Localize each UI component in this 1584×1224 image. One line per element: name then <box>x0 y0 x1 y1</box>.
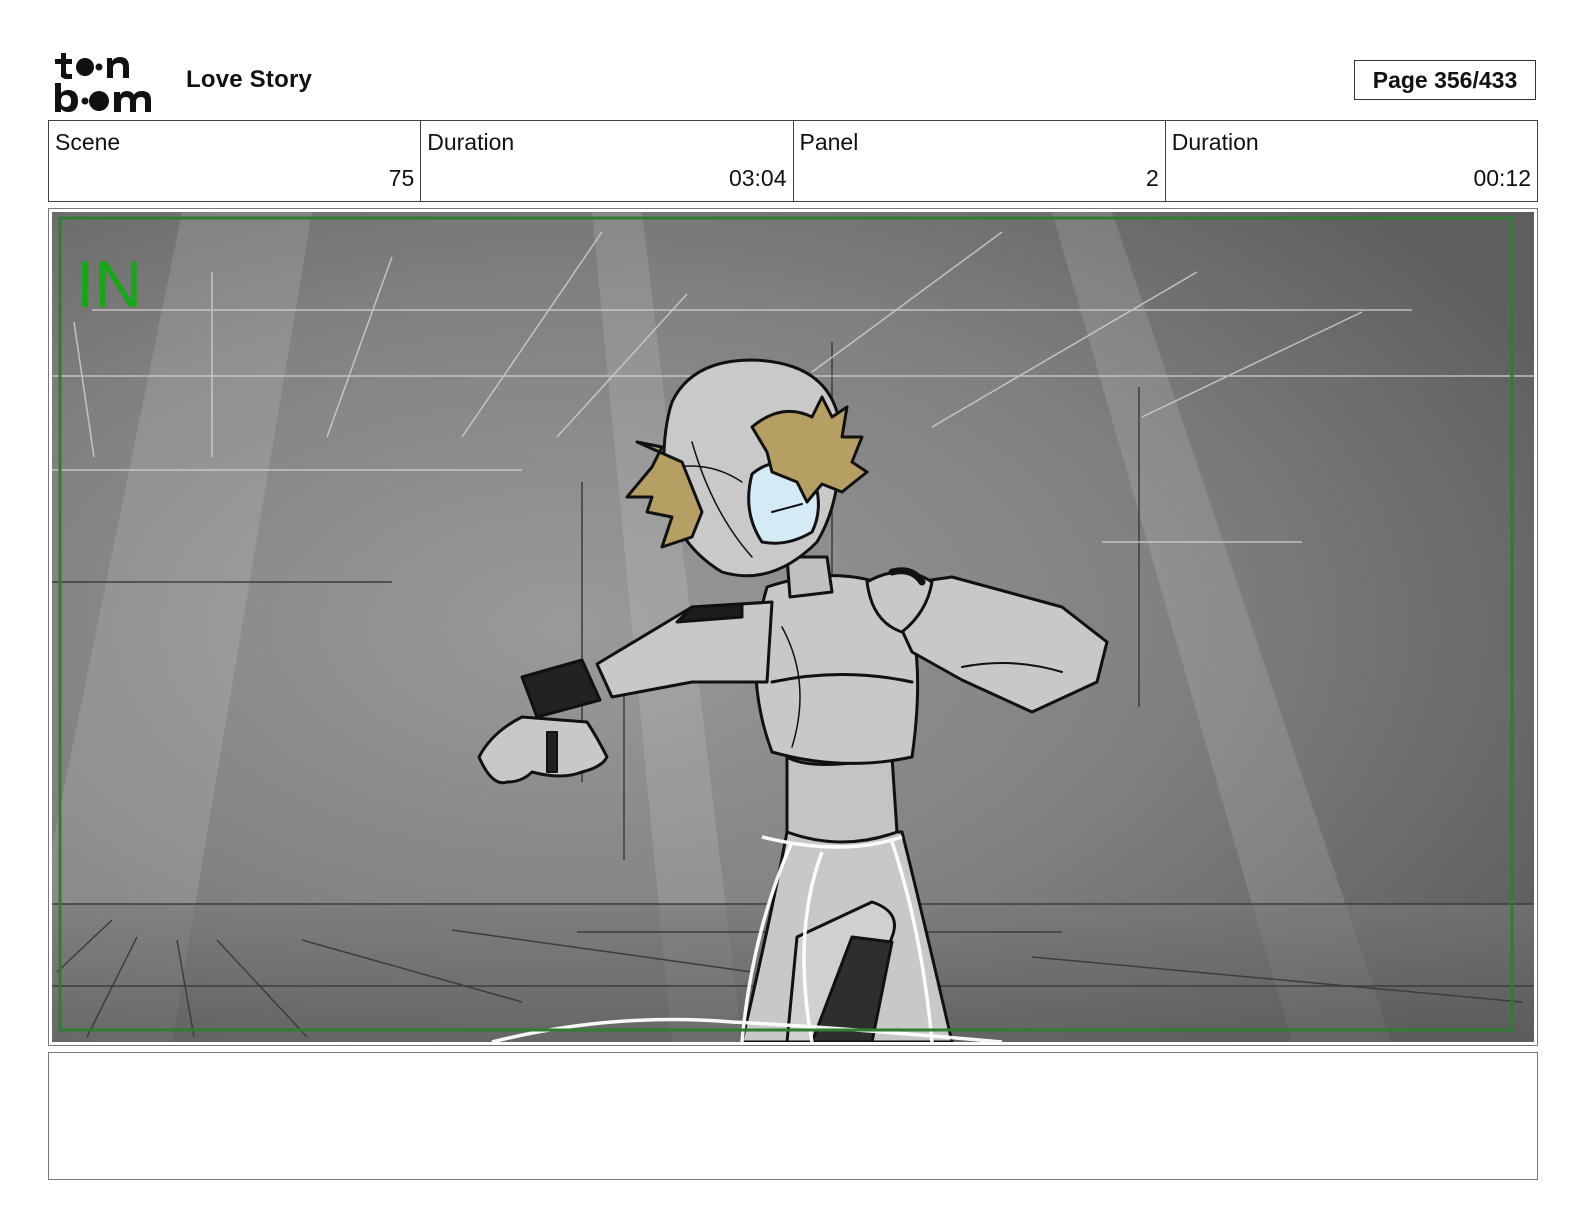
toon-boom-logo <box>52 50 164 112</box>
panel-duration-cell: Duration 00:12 <box>1166 121 1537 201</box>
storyboard-panel-frame: IN <box>48 208 1538 1046</box>
scene-cell: Scene 75 <box>49 121 422 201</box>
project-title: Love Story <box>186 66 313 93</box>
in-marker: IN <box>76 247 142 321</box>
panel-drawing: IN <box>52 212 1534 1042</box>
panel-label: Panel <box>799 129 859 155</box>
panel-notes <box>48 1052 1538 1180</box>
panel-value: 2 <box>1145 165 1159 191</box>
panel-duration-label: Duration <box>1171 129 1259 155</box>
scene-duration-value: 03:04 <box>728 165 787 191</box>
scene-value: 75 <box>388 165 415 191</box>
page-number: Page 356/433 <box>1354 60 1536 100</box>
scene-duration-cell: Duration 03:04 <box>421 121 794 201</box>
scene-duration-label: Duration <box>427 129 515 155</box>
panel-cell: Panel 2 <box>794 121 1166 201</box>
panel-duration-value: 00:12 <box>1473 165 1531 191</box>
scene-label: Scene <box>55 129 121 155</box>
panel-info-table: Scene 75 Duration 03:04 Panel 2 Duration… <box>48 120 1538 202</box>
